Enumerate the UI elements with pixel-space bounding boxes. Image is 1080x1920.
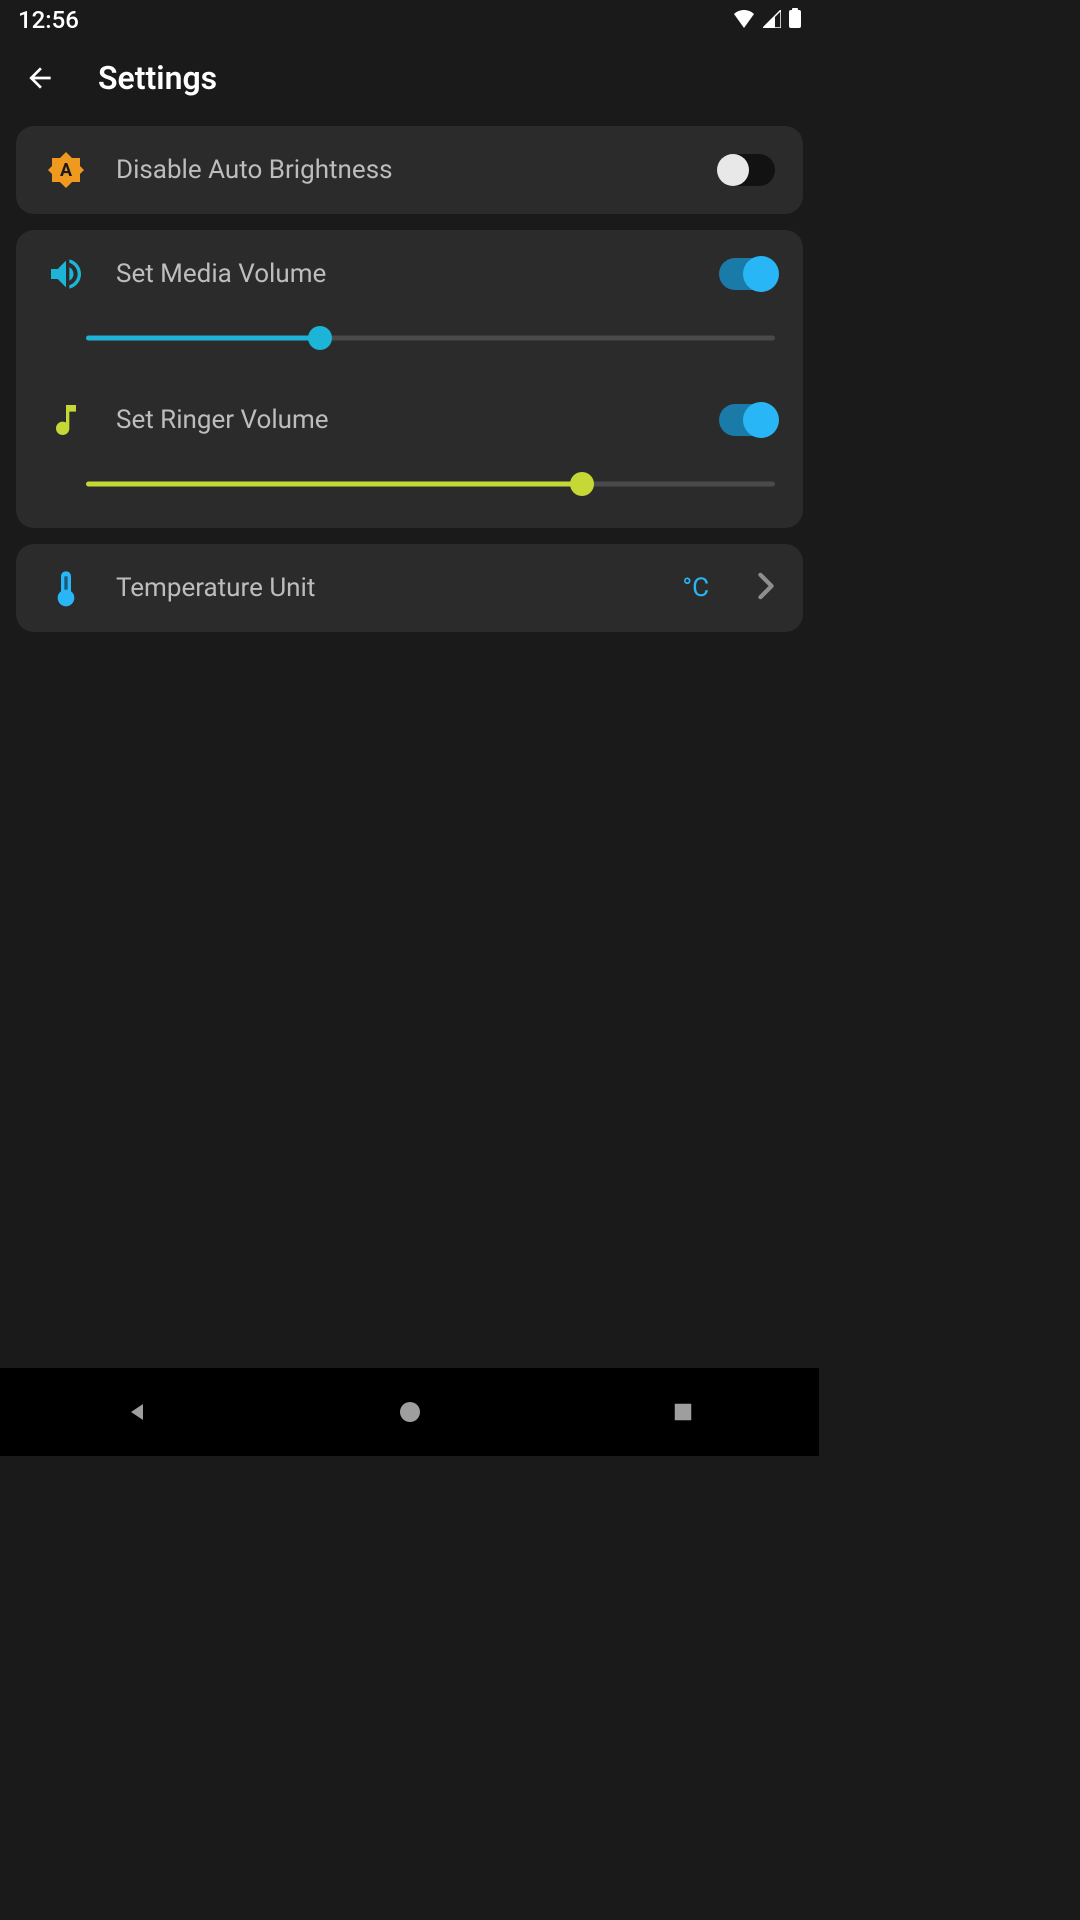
circle-home-icon bbox=[398, 1400, 422, 1424]
back-button[interactable] bbox=[18, 56, 62, 100]
signal-icon bbox=[763, 6, 781, 34]
ringer-volume-slider[interactable] bbox=[86, 470, 775, 498]
auto-brightness-label: Disable Auto Brightness bbox=[116, 155, 691, 185]
wifi-icon bbox=[733, 6, 755, 34]
music-note-icon bbox=[44, 398, 88, 442]
thermometer-icon bbox=[44, 566, 88, 610]
header: Settings bbox=[0, 40, 819, 126]
page-title: Settings bbox=[98, 59, 217, 97]
ringer-volume-row[interactable]: Set Ringer Volume bbox=[44, 398, 775, 442]
status-bar: 12:56 bbox=[0, 0, 819, 40]
status-icons bbox=[733, 6, 801, 34]
chevron-right-icon bbox=[757, 572, 775, 604]
temperature-row[interactable]: Temperature Unit °C bbox=[44, 566, 775, 610]
ringer-volume-label: Set Ringer Volume bbox=[116, 405, 691, 435]
media-volume-row[interactable]: Set Media Volume bbox=[44, 252, 775, 296]
nav-back-button[interactable] bbox=[97, 1392, 177, 1432]
media-volume-slider[interactable] bbox=[86, 324, 775, 352]
auto-brightness-row[interactable]: A Disable Auto Brightness bbox=[44, 148, 775, 192]
square-recent-icon bbox=[672, 1401, 694, 1423]
auto-brightness-toggle[interactable] bbox=[719, 154, 775, 186]
arrow-left-icon bbox=[24, 62, 56, 94]
status-time: 12:56 bbox=[18, 6, 79, 34]
auto-brightness-card: A Disable Auto Brightness bbox=[16, 126, 803, 214]
triangle-back-icon bbox=[125, 1400, 149, 1424]
media-volume-label: Set Media Volume bbox=[116, 259, 691, 289]
volume-icon bbox=[44, 252, 88, 296]
nav-home-button[interactable] bbox=[370, 1392, 450, 1432]
battery-icon bbox=[789, 6, 801, 34]
temperature-label: Temperature Unit bbox=[116, 573, 654, 603]
volume-card: Set Media Volume Set Ringer Volume bbox=[16, 230, 803, 528]
temperature-value: °C bbox=[682, 573, 709, 603]
temperature-card: Temperature Unit °C bbox=[16, 544, 803, 632]
nav-recent-button[interactable] bbox=[643, 1392, 723, 1432]
ringer-volume-toggle[interactable] bbox=[719, 404, 775, 436]
nav-bar bbox=[0, 1368, 819, 1456]
svg-text:A: A bbox=[60, 160, 73, 181]
media-volume-toggle[interactable] bbox=[719, 258, 775, 290]
auto-brightness-icon: A bbox=[44, 148, 88, 192]
